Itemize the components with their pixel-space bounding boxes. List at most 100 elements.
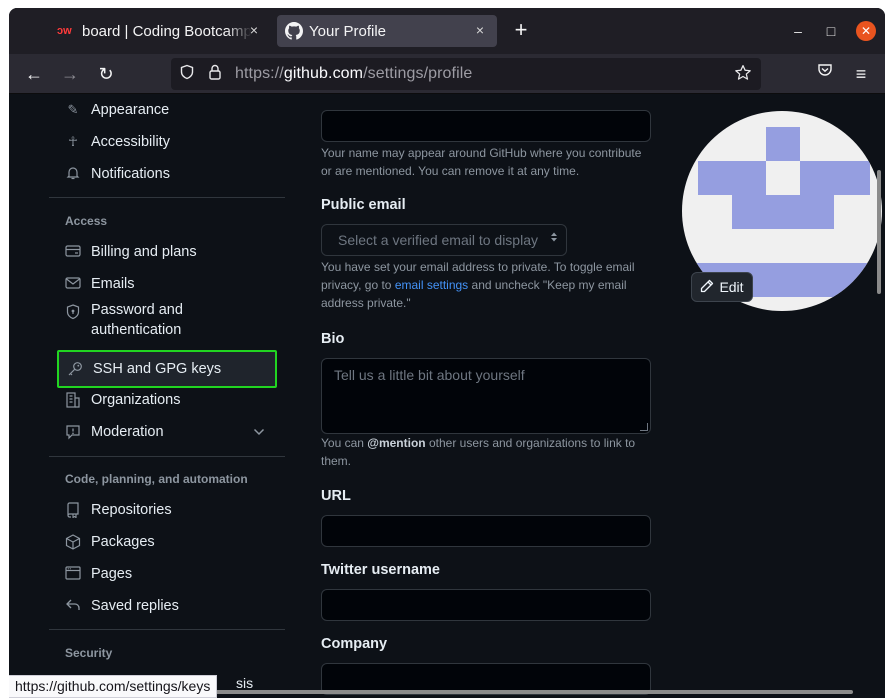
shield-lock-icon [65,304,81,320]
sidebar-item-repositories[interactable]: Repositories [57,494,277,526]
bio-textarea[interactable]: Tell us a little bit about yourself [321,358,651,434]
close-tab-icon[interactable]: × [471,21,489,39]
sidebar-item-label: Repositories [91,502,172,518]
identicon-block [800,161,870,195]
select-caret-icon [550,225,558,255]
chevron-down-icon[interactable] [253,425,265,439]
url-text[interactable]: https://github.com/settings/profile [235,65,472,83]
hamburger-menu-button[interactable]: ≡ [849,62,873,86]
address-bar[interactable]: https://github.com/settings/profile [171,58,761,90]
name-help-text: Your name may appear around GitHub where… [321,146,642,178]
close-tab-icon[interactable]: × [245,21,263,39]
sidebar-heading-code-planning: Code, planning, and automation [65,472,248,486]
url-label: URL [321,488,351,504]
sidebar-item-pages[interactable]: Pages [57,558,277,590]
github-favicon-icon [285,22,303,40]
resize-grip-icon[interactable] [640,423,648,431]
twitter-label: Twitter username [321,562,440,578]
sidebar-divider [49,197,285,198]
browser-window: ↄw board | Coding Bootcamp × Your Profil… [9,8,885,698]
navigation-toolbar: ← → ↻ https://github.com/settings/profil… [9,54,885,94]
minimize-button[interactable]: – [788,21,808,41]
mail-icon [65,276,81,292]
bookmark-star-icon[interactable] [733,64,753,84]
bell-icon [65,166,81,182]
tracking-protection-shield-icon[interactable] [177,64,197,84]
package-icon [65,534,81,550]
tab-label: board | Coding Bootcamp [82,22,252,40]
sidebar-item-saved-replies[interactable]: Saved replies [57,590,277,622]
company-label: Company [321,636,388,652]
sidebar-item-moderation[interactable]: Moderation [57,416,277,448]
link-status-tooltip: https://github.com/settings/keys [9,675,218,698]
sidebar-item-emails[interactable]: Emails [57,268,277,300]
sidebar-item-password-authentication[interactable]: Password and authentication [57,298,277,342]
key-icon [67,361,83,377]
back-button[interactable]: ← [21,62,47,86]
pocket-icon[interactable] [813,62,837,86]
credit-card-icon [65,244,81,260]
sidebar-heading-security: Security [65,646,113,660]
sidebar-item-appearance[interactable]: ✎ Appearance [57,94,277,126]
identicon-block [698,161,766,195]
paintbrush-icon: ✎ [67,102,79,117]
tab-strip: ↄw board | Coding Bootcamp × Your Profil… [9,8,885,54]
sidebar-item-label: Notifications [91,166,170,182]
sidebar-item-notifications[interactable]: Notifications [57,158,277,190]
sidebar-item-billing[interactable]: Billing and plans [57,236,277,268]
bio-help-text: You can @mention other users and organiz… [321,436,636,468]
sidebar-item-label: Organizations [91,392,181,408]
email-settings-link[interactable]: email settings [395,278,468,292]
forward-button[interactable]: → [57,62,83,86]
sidebar-item-label: Pages [91,566,133,582]
sidebar-item-label: Saved replies [91,598,179,614]
sidebar-item-organizations[interactable]: Organizations [57,384,277,416]
sidebar-item-label: SSH and GPG keys [93,361,222,377]
sidebar-item-packages[interactable]: Packages [57,526,277,558]
identicon-block [732,195,834,229]
lock-icon[interactable] [205,64,225,84]
new-tab-button[interactable]: + [509,18,533,42]
bio-label: Bio [321,331,345,347]
sidebar-item-label: Emails [91,276,135,292]
tab-coding-bootcamp[interactable]: ↄw board | Coding Bootcamp × [49,15,271,47]
sidebar-item-label: Appearance [91,102,170,118]
bio-placeholder: Tell us a little bit about yourself [334,367,525,383]
tab-your-profile[interactable]: Your Profile × [277,15,497,47]
identicon-block [766,127,800,161]
report-icon [65,424,81,440]
sidebar-heading-access: Access [65,214,108,228]
scrollbar-thumb[interactable] [877,170,881,294]
reply-icon [65,598,81,614]
name-input[interactable] [321,110,651,142]
sidebar-item-label: Moderation [91,424,164,440]
url-input[interactable] [321,515,651,547]
edit-avatar-button[interactable]: Edit [691,272,753,302]
sidebar-item-label: Billing and plans [91,244,197,260]
maximize-button[interactable]: □ [821,21,841,41]
close-window-button[interactable]: ✕ [856,21,876,41]
sidebar-divider [49,456,285,457]
bootcamp-favicon-icon: ↄw [57,25,72,37]
reload-button[interactable]: ↻ [93,62,119,86]
accessibility-icon: ☥ [68,134,78,149]
public-email-label: Public email [321,197,406,213]
organization-icon [65,392,81,408]
sidebar-item-ssh-gpg-keys[interactable]: SSH and GPG keys [57,350,277,388]
email-help-text: You have set your email address to priva… [321,260,635,310]
page-content: ✎ Appearance ☥ Accessibility Notificatio… [9,94,885,698]
sidebar-divider [49,629,285,630]
edit-avatar-label: Edit [719,279,744,295]
tab-label: Your Profile [309,22,386,40]
twitter-input[interactable] [321,589,651,621]
sidebar-item-label: Password and authentication [91,302,183,338]
repo-icon [65,502,81,519]
pencil-icon [700,279,714,296]
sidebar-item-label: Packages [91,534,155,550]
sidebar-item-accessibility[interactable]: ☥ Accessibility [57,126,277,158]
sidebar-item-label: Accessibility [91,134,170,150]
vertical-scrollbar[interactable] [875,98,883,694]
public-email-select[interactable]: Select a verified email to display [321,224,567,256]
public-email-select-value: Select a verified email to display [338,232,538,248]
browser-icon [65,566,81,582]
